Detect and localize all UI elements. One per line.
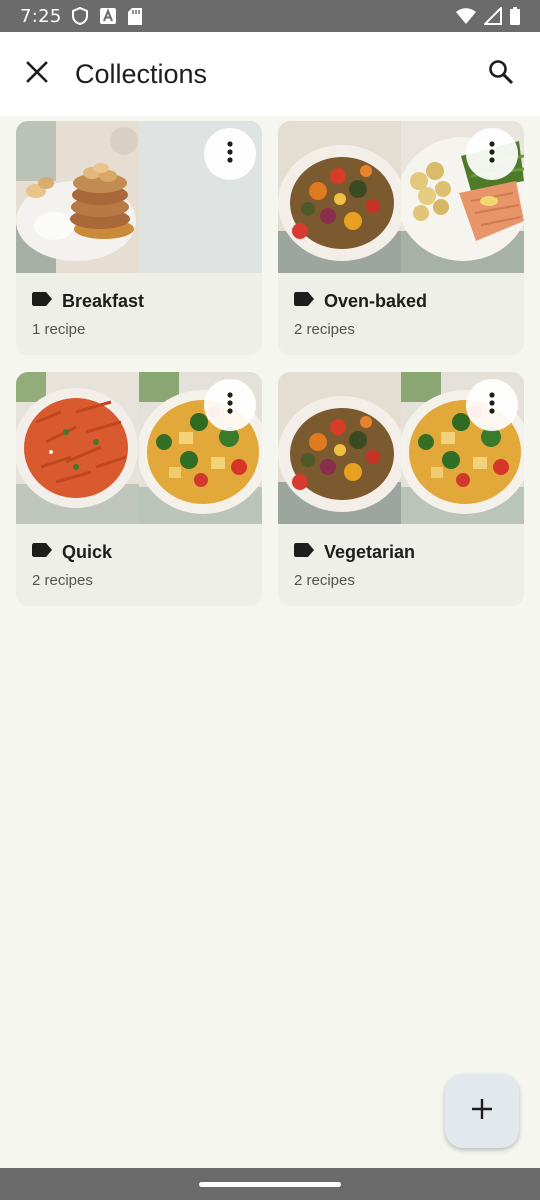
shield-icon <box>71 7 88 25</box>
system-nav-bar <box>0 1168 540 1200</box>
battery-icon <box>510 7 520 25</box>
more-vert-icon <box>489 140 495 168</box>
page-title: Collections <box>75 58 208 89</box>
top-app-bar: Collections <box>0 32 540 116</box>
card-body: Oven-baked 2 recipes <box>278 273 524 338</box>
search-icon <box>488 59 514 90</box>
card-title-row: Breakfast <box>32 291 246 312</box>
collections-grid: Breakfast 1 recipe Oven-baked 2 recipes … <box>16 121 524 606</box>
label-tag-icon <box>294 292 314 311</box>
recipe-image-roasted-vegetables <box>278 121 401 273</box>
recipe-image-roasted-vegetables <box>278 372 401 524</box>
add-collection-button[interactable] <box>445 1074 519 1148</box>
status-bar: 7:25 <box>0 0 540 32</box>
collection-name: Vegetarian <box>324 542 416 562</box>
more-options-button[interactable] <box>204 128 256 180</box>
collection-card[interactable]: Vegetarian 2 recipes <box>278 372 524 606</box>
collection-card[interactable]: Quick 2 recipes <box>16 372 262 606</box>
card-title-row: Oven-baked <box>294 291 508 312</box>
recipe-count: 2 recipes <box>294 321 355 338</box>
status-icons-right <box>456 7 520 25</box>
signal-icon <box>484 7 502 25</box>
text-a-icon <box>99 8 116 24</box>
recipe-count: 2 recipes <box>294 572 355 589</box>
card-title-row: Vegetarian <box>294 542 508 563</box>
recipe-count: 1 recipe <box>32 321 86 338</box>
more-vert-icon <box>227 140 233 168</box>
close-button[interactable] <box>13 50 61 98</box>
more-vert-icon <box>489 391 495 419</box>
collection-card[interactable]: Breakfast 1 recipe <box>16 121 262 355</box>
more-options-button[interactable] <box>466 128 518 180</box>
more-options-button[interactable] <box>466 379 518 431</box>
card-title-row: Quick <box>32 542 246 563</box>
label-tag-icon <box>32 292 52 311</box>
recipe-count: 2 recipes <box>32 572 93 589</box>
collection-name: Breakfast <box>62 291 145 311</box>
status-icons-left <box>71 7 142 25</box>
card-body: Vegetarian 2 recipes <box>278 524 524 589</box>
search-button[interactable] <box>477 50 525 98</box>
card-body: Quick 2 recipes <box>16 524 262 589</box>
more-options-button[interactable] <box>204 379 256 431</box>
gesture-handle[interactable] <box>199 1182 341 1187</box>
recipe-image-pancakes <box>16 121 139 273</box>
more-vert-icon <box>227 391 233 419</box>
status-time: 7:25 <box>20 5 62 27</box>
collection-name: Quick <box>62 542 113 562</box>
label-tag-icon <box>294 543 314 562</box>
label-tag-icon <box>32 543 52 562</box>
card-body: Breakfast 1 recipe <box>16 273 262 338</box>
collection-card[interactable]: Oven-baked 2 recipes <box>278 121 524 355</box>
wifi-icon <box>456 8 476 24</box>
sd-card-icon <box>127 7 142 25</box>
collection-name: Oven-baked <box>324 291 428 311</box>
recipe-image-pasta <box>16 372 139 524</box>
close-icon <box>26 60 48 88</box>
plus-icon <box>471 1098 493 1125</box>
